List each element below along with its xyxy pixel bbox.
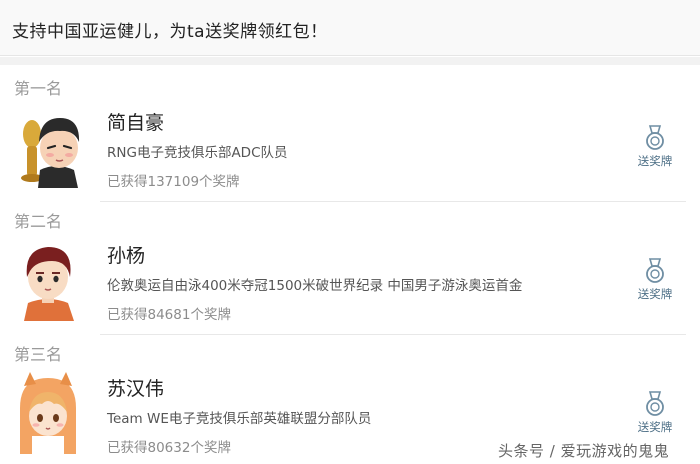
campaign-banner: 支持中国亚运健儿，为ta送奖牌领红包！ [0, 0, 700, 56]
send-medal-button[interactable]: 送奖牌 [632, 391, 678, 443]
medal-count: 已获得137109个奖牌 [107, 174, 240, 190]
banner-text: 支持中国亚运健儿，为ta送奖牌领红包！ [12, 22, 328, 42]
medal-count: 已获得84681个奖牌 [107, 307, 231, 323]
athlete-name: 简自豪 [107, 112, 165, 134]
send-medal-button[interactable]: 送奖牌 [632, 258, 678, 310]
avatar[interactable] [12, 237, 84, 321]
send-medal-label: 送奖牌 [637, 154, 673, 168]
watermark: 头条号 / 爱玩游戏的鬼鬼 [498, 442, 670, 460]
avatar[interactable] [12, 104, 84, 188]
divider [100, 334, 686, 335]
avatar[interactable] [12, 370, 84, 454]
medal-icon [646, 258, 664, 283]
athlete-description: Team WE电子竞技俱乐部英雄联盟分部队员 [107, 411, 372, 427]
medal-count: 已获得80632个奖牌 [107, 440, 231, 456]
athlete-name: 苏汉伟 [107, 378, 165, 400]
athlete-name: 孙杨 [107, 245, 146, 267]
rank-label: 第一名 [14, 79, 63, 98]
rank-label: 第三名 [14, 345, 63, 364]
athlete-description: 伦敦奥运自由泳400米夺冠1500米破世界纪录 中国男子游泳奥运首金 [107, 278, 523, 294]
athlete-description: RNG电子竞技俱乐部ADC队员 [107, 145, 288, 161]
cartoon-avatar-umaru-icon [20, 372, 76, 454]
send-medal-button[interactable]: 送奖牌 [632, 125, 678, 177]
cartoon-avatar-trophy-icon [21, 118, 80, 188]
divider [100, 201, 686, 202]
rank-label: 第二名 [14, 212, 63, 231]
section-gap [0, 57, 700, 65]
send-medal-label: 送奖牌 [637, 287, 673, 301]
ranking-item: 第二名 孙杨 伦敦奥运自由泳400米夺冠1500米破世界纪录 中国男子游泳奥运首… [0, 203, 700, 337]
medal-icon [646, 125, 664, 150]
medal-icon [646, 391, 664, 416]
cartoon-avatar-swimmer-icon [24, 247, 74, 321]
ranking-item: 第一名 简自豪 RNG电子竞技俱乐部ADC队员 已获得137109个奖牌 送奖牌 [0, 70, 700, 204]
send-medal-label: 送奖牌 [637, 420, 673, 434]
